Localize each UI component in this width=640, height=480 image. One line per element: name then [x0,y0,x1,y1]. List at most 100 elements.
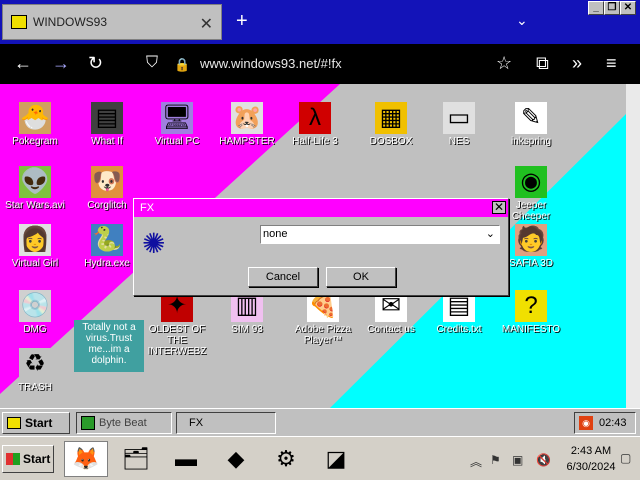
desktop-icon-image: 🧑 [515,224,547,256]
dialog-titlebar[interactable]: FX ✕ [134,199,508,217]
desktop-icon-image: 🖥 [161,102,193,134]
chevron-down-icon: ⌄ [485,228,495,240]
fx-effect-value: none [263,228,288,240]
notifications-icon[interactable]: ▢ [620,451,631,465]
windows-logo-icon [6,453,20,465]
tray-chevron-icon[interactable]: ︽ [470,453,482,470]
browser-tab[interactable]: WINDOWS93 ✕ [2,4,222,40]
desktop-icon-image: 👩 [19,224,51,256]
new-tab-button[interactable]: + [236,10,248,33]
tab-close-icon[interactable]: ✕ [200,14,213,34]
desktop-icon-image: ▤ [91,102,123,134]
sticky-note[interactable]: Totally not a virus.Trust me...im a dolp… [74,320,144,372]
extensions-icon[interactable]: ⧉ [536,54,549,72]
rss-icon[interactable]: ◉ [579,416,593,430]
dialog-close-button[interactable]: ✕ [492,201,506,214]
address-bar[interactable]: www.windows93.net/#!fx [200,56,342,71]
desktop-icon-label: Half-Life 3 [292,136,338,147]
win93-logo-icon [7,417,21,429]
more-tools-icon[interactable]: » [572,54,582,72]
task-bytebeat[interactable]: Byte Beat [76,412,172,434]
desktop-icon-image: ✎ [515,102,547,134]
reload-icon[interactable]: ↻ [88,54,103,72]
task-fx[interactable]: FX [176,412,276,434]
desktop-icon-image: 🐶 [91,166,123,198]
desktop-icon[interactable]: ▤ Credits.txt [424,290,494,335]
desktop-icon-label: SIM 93 [231,324,263,335]
taskbar-app-cmd[interactable]: ▬ [164,441,208,477]
os-clock[interactable]: 2:43 AM 6/30/2024 [554,443,628,475]
desktop-icon-label: inkspring [510,136,552,147]
win93-clock: 02:43 [599,417,627,429]
browser-toolbar: ← → ↻ ⛉ 🔒 www.windows93.net/#!fx ☆ ⧉ » ≡ [0,44,640,84]
dialog-title: FX [140,202,155,214]
tab-list-chevron-icon[interactable]: ⌄ [516,12,528,29]
tab-title: WINDOWS93 [33,15,108,29]
desktop-icon[interactable]: 👩 Virtual Girl [0,224,70,269]
desktop-icon[interactable]: λ Half-Life 3 [280,102,350,147]
desktop-icon[interactable]: 🐣 Pokegram [0,102,70,147]
os-clock-time: 2:43 AM [570,445,612,457]
taskbar-app-control-panel[interactable]: ⚙ [264,441,308,477]
win93-start-label: Start [25,416,53,430]
browser-tab-strip: WINDOWS93 ✕ + ⌄ _ ❐ ✕ [0,0,640,44]
desktop-icon[interactable]: ▥ SIM 93 [212,290,282,335]
cancel-button[interactable]: Cancel [248,267,318,287]
desktop-icon-label: TRASH [18,382,52,393]
fx-atom-icon: ✺ [142,228,166,259]
desktop-icon-label: NES [448,136,470,147]
fx-effect-select[interactable]: none ⌄ [260,225,500,244]
win93-start-button[interactable]: Start [2,412,70,434]
window-minimize-button[interactable]: _ [588,1,604,15]
os-clock-date: 6/30/2024 [566,461,616,473]
desktop-icon-label: Star Wars.avi [5,200,65,211]
desktop-icon[interactable]: 🍕 Adobe Pizza Player™ [288,290,358,346]
desktop-icon[interactable]: 👽 Star Wars.avi [0,166,70,211]
desktop-icon-label: Credits.txt [436,324,482,335]
window-maximize-button[interactable]: ❐ [604,1,620,15]
desktop-icon[interactable]: ▦ DOSBOX [356,102,426,147]
desktop-icon[interactable]: ▭ NES [424,102,494,147]
network-icon[interactable]: ▣ [512,453,523,467]
desktop-icon-image: ◉ [515,166,547,198]
action-center-flag-icon[interactable]: ⚑ [490,453,501,467]
desktop-icon-image: ▭ [443,102,475,134]
desktop-icon[interactable]: ▤ What If [72,102,142,147]
forward-arrow-icon[interactable]: → [52,54,70,72]
os-start-button[interactable]: Start [2,445,54,473]
insecure-lock-icon[interactable]: 🔒 [174,56,190,74]
windows93-favicon-icon [11,15,27,29]
desktop-icon[interactable]: ? MANIFESTO [496,290,566,335]
win93-tray: ◉ 02:43 [574,412,636,434]
desktop-icon-image: ♻ [19,348,51,380]
desktop-icon[interactable]: ✦ OLDEST OF THE INTERWEBZ [142,290,212,357]
taskbar-app-app-red[interactable]: ◆ [214,441,258,477]
desktop-icon[interactable]: 🐍 Hydra.exe [72,224,142,269]
desktop-icon-image: 🐹 [231,102,263,134]
bookmark-star-icon[interactable]: ☆ [496,54,512,72]
window-close-button[interactable]: ✕ [620,1,636,15]
hamburger-menu-icon[interactable]: ≡ [606,54,617,72]
desktop-icon-label: Pokegram [12,136,58,147]
volume-muted-icon[interactable]: 🔇 [536,453,551,467]
taskbar-app-app-misc[interactable]: ◪ [314,441,358,477]
desktop-icon[interactable]: 🐶 Corglitch [72,166,142,211]
back-arrow-icon[interactable]: ← [14,54,32,72]
desktop-icon-label: DMG [23,324,47,335]
desktop-icon-label: Adobe Pizza Player™ [294,324,352,346]
desktop-icon-label: HAMPSTER [219,136,275,147]
desktop-icon[interactable]: ✉ Contact us [356,290,426,335]
os-taskbar: Start 🦊 🗂 ▬ ◆ ⚙ ◪ ︽ ⚑ ▣ 🔇 2:43 AM 6/30/2024 ▢ [0,436,640,480]
page-scrollbar[interactable] [626,84,640,408]
desktop-icon-label: OLDEST OF THE INTERWEBZ [147,324,207,357]
desktop-icon[interactable]: 🖥 Virtual PC [142,102,212,147]
desktop-icon[interactable]: 💿 DMG [0,290,70,335]
taskbar-app-explorer[interactable]: 🗂 [114,441,158,477]
desktop-icon-image: 👽 [19,166,51,198]
desktop-icon[interactable]: ✎ inkspring [496,102,566,147]
desktop-icon[interactable]: ♻ TRASH [0,348,70,393]
desktop-icon[interactable]: 🐹 HAMPSTER [212,102,282,147]
taskbar-app-firefox[interactable]: 🦊 [64,441,108,477]
tracking-shield-icon[interactable]: ⛉ [146,54,158,72]
ok-button[interactable]: OK [326,267,396,287]
